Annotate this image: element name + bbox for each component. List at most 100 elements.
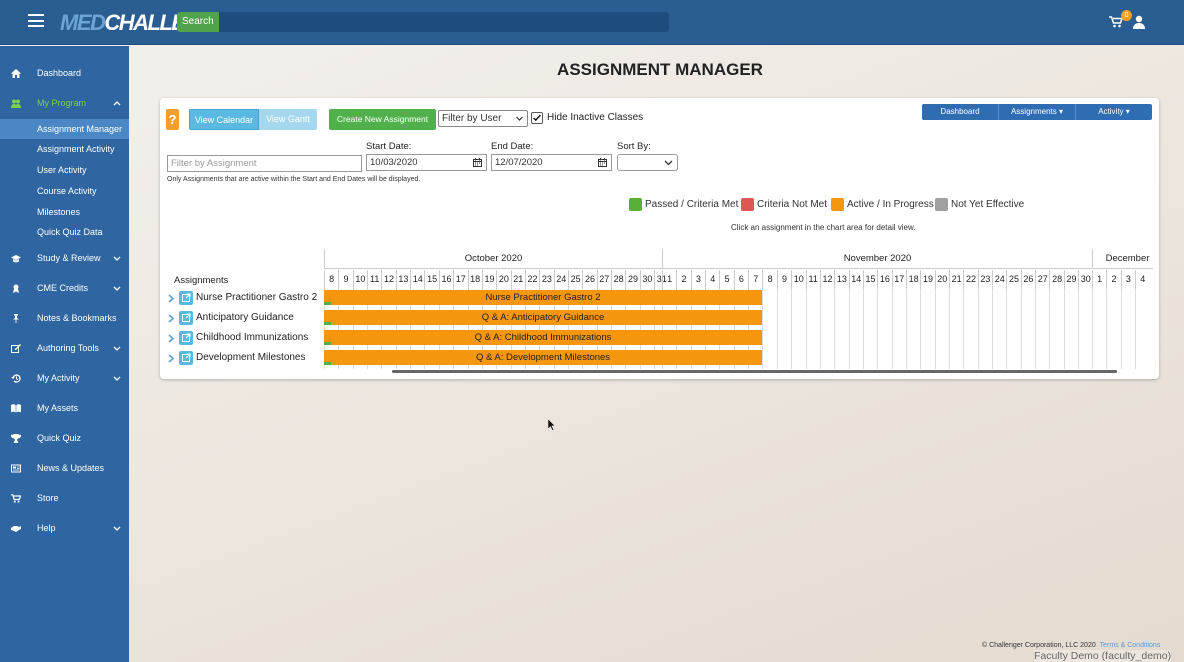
grid-line xyxy=(1078,289,1080,369)
sidebar-item-cme-credits[interactable]: CME Credits xyxy=(0,278,129,299)
sidebar-subitem-quick-quiz-data[interactable]: Quick Quiz Data xyxy=(0,222,129,242)
assignments-dropdown[interactable]: Assignments ▾ xyxy=(999,104,1076,120)
day-header: 13 xyxy=(834,270,848,289)
day-header: 25 xyxy=(567,270,582,289)
grid-line xyxy=(905,289,907,369)
day-header: 3 xyxy=(1120,270,1135,289)
day-header: 15 xyxy=(424,270,438,289)
sidebar-subitem-user-activity[interactable]: User Activity xyxy=(0,160,129,180)
day-header: 17 xyxy=(453,270,467,289)
end-date-input[interactable]: 12/07/2020 xyxy=(491,154,612,171)
legend-not-effective: Not Yet Effective xyxy=(935,198,1024,211)
sidebar-subitem-milestones[interactable]: Milestones xyxy=(0,202,129,222)
grid-line xyxy=(834,289,836,369)
day-header: 21 xyxy=(510,270,525,289)
sidebar-subitem-course-activity[interactable]: Course Activity xyxy=(0,181,129,201)
graduation-cap-icon xyxy=(11,255,21,263)
sidebar-subitem-assignment-manager[interactable]: Assignment Manager xyxy=(0,119,129,139)
day-header: 30 xyxy=(639,270,654,289)
assignment-panel: ? View Calendar View Gantt Create New As… xyxy=(160,98,1159,379)
day-header: 19 xyxy=(920,270,934,289)
sidebar-item-my-assets[interactable]: My Assets xyxy=(0,398,129,419)
sidebar-item-my-activity[interactable]: My Activity xyxy=(0,368,129,389)
day-header: 19 xyxy=(481,270,496,289)
sidebar-subitem-assignment-activity[interactable]: Assignment Activity xyxy=(0,139,129,159)
open-link-icon[interactable] xyxy=(179,311,193,325)
expand-icon[interactable] xyxy=(168,314,175,323)
menu-icon[interactable] xyxy=(28,14,44,27)
user-icon[interactable] xyxy=(1132,15,1146,29)
view-calendar-button[interactable]: View Calendar xyxy=(189,109,259,130)
sidebar-item-help[interactable]: Help xyxy=(0,518,129,539)
gantt-row[interactable]: Anticipatory Guidance xyxy=(166,309,324,329)
day-header: 27 xyxy=(1035,270,1049,289)
grid-line xyxy=(1092,289,1093,369)
footer: © Challenger Corporation, LLC 2020 Terms… xyxy=(982,642,1160,649)
sidebar: Dashboard My Program Assignment Manager … xyxy=(0,46,129,662)
day-header: 22 xyxy=(963,270,977,289)
gantt-bar[interactable]: Q & A: Childhood Immunizations xyxy=(324,330,762,345)
gantt-row[interactable]: Childhood Immunizations xyxy=(166,329,324,349)
open-link-icon[interactable] xyxy=(179,291,193,305)
grid-line xyxy=(920,289,922,369)
gantt-scrollbar[interactable] xyxy=(392,370,1117,373)
day-header: 27 xyxy=(596,270,611,289)
search-input[interactable]: Search xyxy=(177,12,669,32)
sidebar-item-label: Study & Review xyxy=(37,253,101,263)
sidebar-item-my-program[interactable]: My Program xyxy=(0,93,129,114)
expand-icon[interactable] xyxy=(168,334,175,343)
day-header: 3 xyxy=(690,270,705,289)
filter-assignment-input[interactable]: Filter by Assignment xyxy=(167,155,362,172)
progress-marker xyxy=(324,302,331,305)
sidebar-item-store[interactable]: Store xyxy=(0,488,129,509)
calendar-icon[interactable] xyxy=(598,158,607,167)
create-assignment-button[interactable]: Create New Assignment xyxy=(329,109,436,130)
sidebar-item-news-updates[interactable]: News & Updates xyxy=(0,458,129,479)
gantt-bar[interactable]: Nurse Practitioner Gastro 2 xyxy=(324,290,762,305)
gantt-row[interactable]: Nurse Practitioner Gastro 2 xyxy=(166,289,324,309)
month-header: November 2020 xyxy=(662,249,1092,269)
expand-icon[interactable] xyxy=(168,294,175,303)
sidebar-item-label: CME Credits xyxy=(37,283,89,293)
sidebar-item-study-review[interactable]: Study & Review xyxy=(0,248,129,269)
day-header: 10 xyxy=(791,270,805,289)
expand-icon[interactable] xyxy=(168,354,175,363)
trophy-icon xyxy=(11,434,21,443)
hide-inactive-checkbox[interactable] xyxy=(531,112,543,124)
sidebar-item-quick-quiz[interactable]: Quick Quiz xyxy=(0,428,129,449)
day-header: 8 xyxy=(762,270,776,289)
gantt-row[interactable]: Development Milestones xyxy=(166,349,324,369)
day-header: 1 xyxy=(662,270,676,289)
grid-line xyxy=(1106,289,1108,369)
gantt-chart: Assignments October 2020 November 2020 D… xyxy=(166,249,1153,374)
search-button[interactable]: Search xyxy=(177,12,219,32)
grid-line xyxy=(762,289,764,369)
gantt-bar[interactable]: Q & A: Anticipatory Guidance xyxy=(324,310,762,325)
help-button[interactable]: ? xyxy=(166,109,179,130)
gantt-bar[interactable]: Q & A: Development Milestones xyxy=(324,350,762,365)
sidebar-item-authoring-tools[interactable]: Authoring Tools xyxy=(0,338,129,359)
grid-line xyxy=(1020,289,1022,369)
filter-user-select[interactable]: Filter by User xyxy=(438,110,528,127)
calendar-icon[interactable] xyxy=(473,158,482,167)
terms-link[interactable]: Terms & Conditions xyxy=(1100,642,1161,649)
activity-dropdown[interactable]: Activity ▾ xyxy=(1076,104,1152,120)
sort-by-select[interactable] xyxy=(617,154,678,171)
progress-marker xyxy=(324,322,331,325)
progress-marker xyxy=(324,342,331,345)
gantt-bar-label: Nurse Practitioner Gastro 2 xyxy=(485,292,601,303)
day-header: 23 xyxy=(977,270,992,289)
dashboard-button[interactable]: Dashboard xyxy=(922,104,999,120)
grid-line xyxy=(791,289,793,369)
day-header: 20 xyxy=(496,270,510,289)
day-header: 25 xyxy=(1006,270,1020,289)
view-gantt-button[interactable]: View Gantt xyxy=(259,109,317,130)
sidebar-item-notes-bookmarks[interactable]: Notes & Bookmarks xyxy=(0,308,129,329)
sidebar-item-dashboard[interactable]: Dashboard xyxy=(0,63,129,84)
progress-marker xyxy=(324,362,331,365)
open-link-icon[interactable] xyxy=(179,331,193,345)
start-date-label: Start Date: xyxy=(366,141,412,152)
sidebar-item-label: My Program xyxy=(37,98,87,108)
start-date-input[interactable]: 10/03/2020 xyxy=(366,154,487,171)
open-link-icon[interactable] xyxy=(179,351,193,365)
